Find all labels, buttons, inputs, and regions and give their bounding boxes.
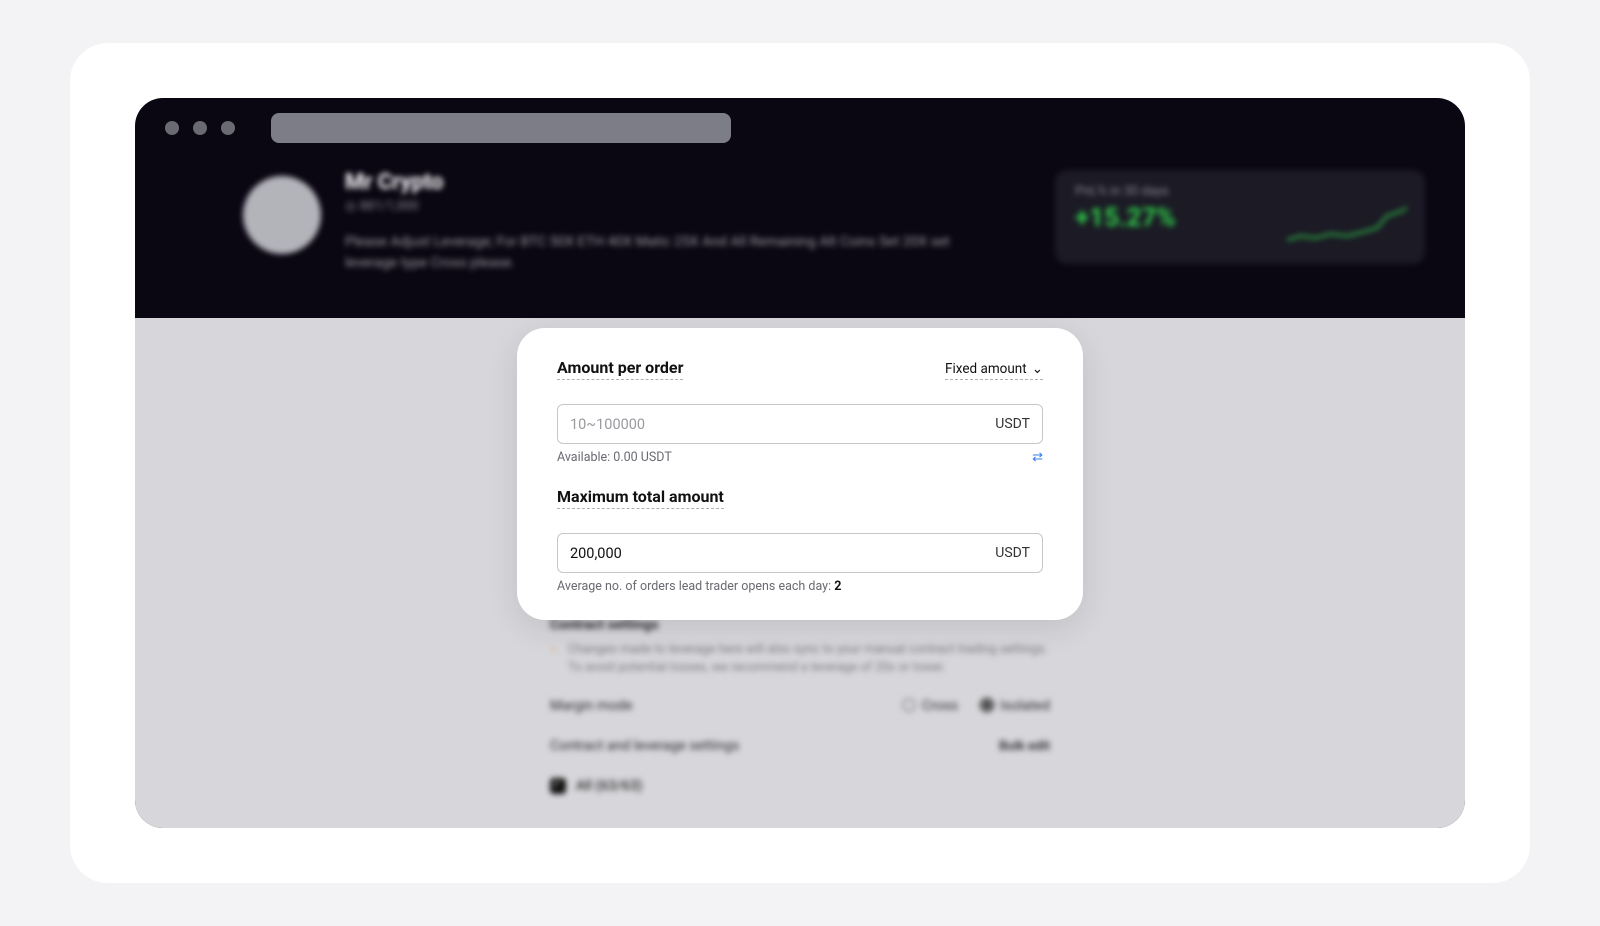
- browser-window: Mr Crypto ◎ 881/1,000 Please Adjust Leve…: [135, 98, 1465, 828]
- avatar: [243, 176, 321, 254]
- window-dot: [165, 121, 179, 135]
- pnl-card: PnL% in 30 days +15.27%: [1055, 170, 1425, 264]
- subscriber-count: 881/1,000: [360, 199, 419, 214]
- checkbox-icon: [550, 778, 566, 794]
- available-balance: Available: 0.00 USDT: [557, 450, 672, 465]
- select-all-row[interactable]: All (63/63): [550, 778, 1050, 794]
- sparkline-icon: [1287, 206, 1407, 250]
- content-area: Advanced ▴ Contract settings Changes mad…: [135, 318, 1465, 828]
- isolated-label: Isolated: [1000, 698, 1050, 714]
- amount-per-order-input[interactable]: [570, 416, 995, 433]
- window-dot: [221, 121, 235, 135]
- select-all-label: All (63/63): [576, 778, 642, 794]
- trader-header: Mr Crypto ◎ 881/1,000 Please Adjust Leve…: [135, 158, 1465, 318]
- avg-orders-value: 2: [834, 579, 841, 594]
- trader-name: Mr Crypto: [345, 170, 1031, 195]
- amount-mode-label: Fixed amount: [945, 361, 1027, 377]
- margin-mode-isolated[interactable]: Isolated: [980, 698, 1050, 714]
- trader-subscribers: ◎ 881/1,000: [345, 199, 1031, 214]
- max-total-input-wrap[interactable]: USDT: [557, 533, 1043, 573]
- max-total-title: Maximum total amount: [557, 487, 724, 509]
- contract-leverage-label: Contract and leverage settings: [550, 738, 739, 754]
- titlebar: [135, 98, 1465, 158]
- margin-mode-label: Margin mode: [550, 698, 633, 714]
- leverage-warning: Changes made to leverage here will also …: [550, 641, 1050, 676]
- amount-unit: USDT: [995, 416, 1030, 432]
- avg-orders-helper: Average no. of orders lead trader opens …: [557, 579, 1043, 594]
- window-dot: [193, 121, 207, 135]
- amount-mode-select[interactable]: Fixed amount ⌄: [945, 361, 1043, 380]
- avg-orders-text: Average no. of orders lead trader opens …: [557, 579, 834, 594]
- pnl-label: PnL% in 30 days: [1075, 184, 1405, 199]
- amount-modal: Amount per order Fixed amount ⌄ USDT Avai…: [517, 328, 1083, 620]
- margin-mode-cross[interactable]: Cross: [902, 698, 958, 714]
- max-unit: USDT: [995, 545, 1030, 561]
- amount-per-order-input-wrap[interactable]: USDT: [557, 404, 1043, 444]
- chevron-down-icon: ⌄: [1032, 361, 1043, 377]
- trader-description: Please Adjust Leverage; For BTC 50X ETH …: [345, 232, 965, 274]
- url-bar[interactable]: [271, 113, 731, 143]
- max-total-input[interactable]: [570, 545, 995, 562]
- amount-per-order-title: Amount per order: [557, 358, 683, 380]
- cross-label: Cross: [922, 698, 958, 714]
- bulk-edit-button[interactable]: Bulk edit: [999, 739, 1050, 754]
- swap-icon[interactable]: ⇄: [1032, 450, 1043, 465]
